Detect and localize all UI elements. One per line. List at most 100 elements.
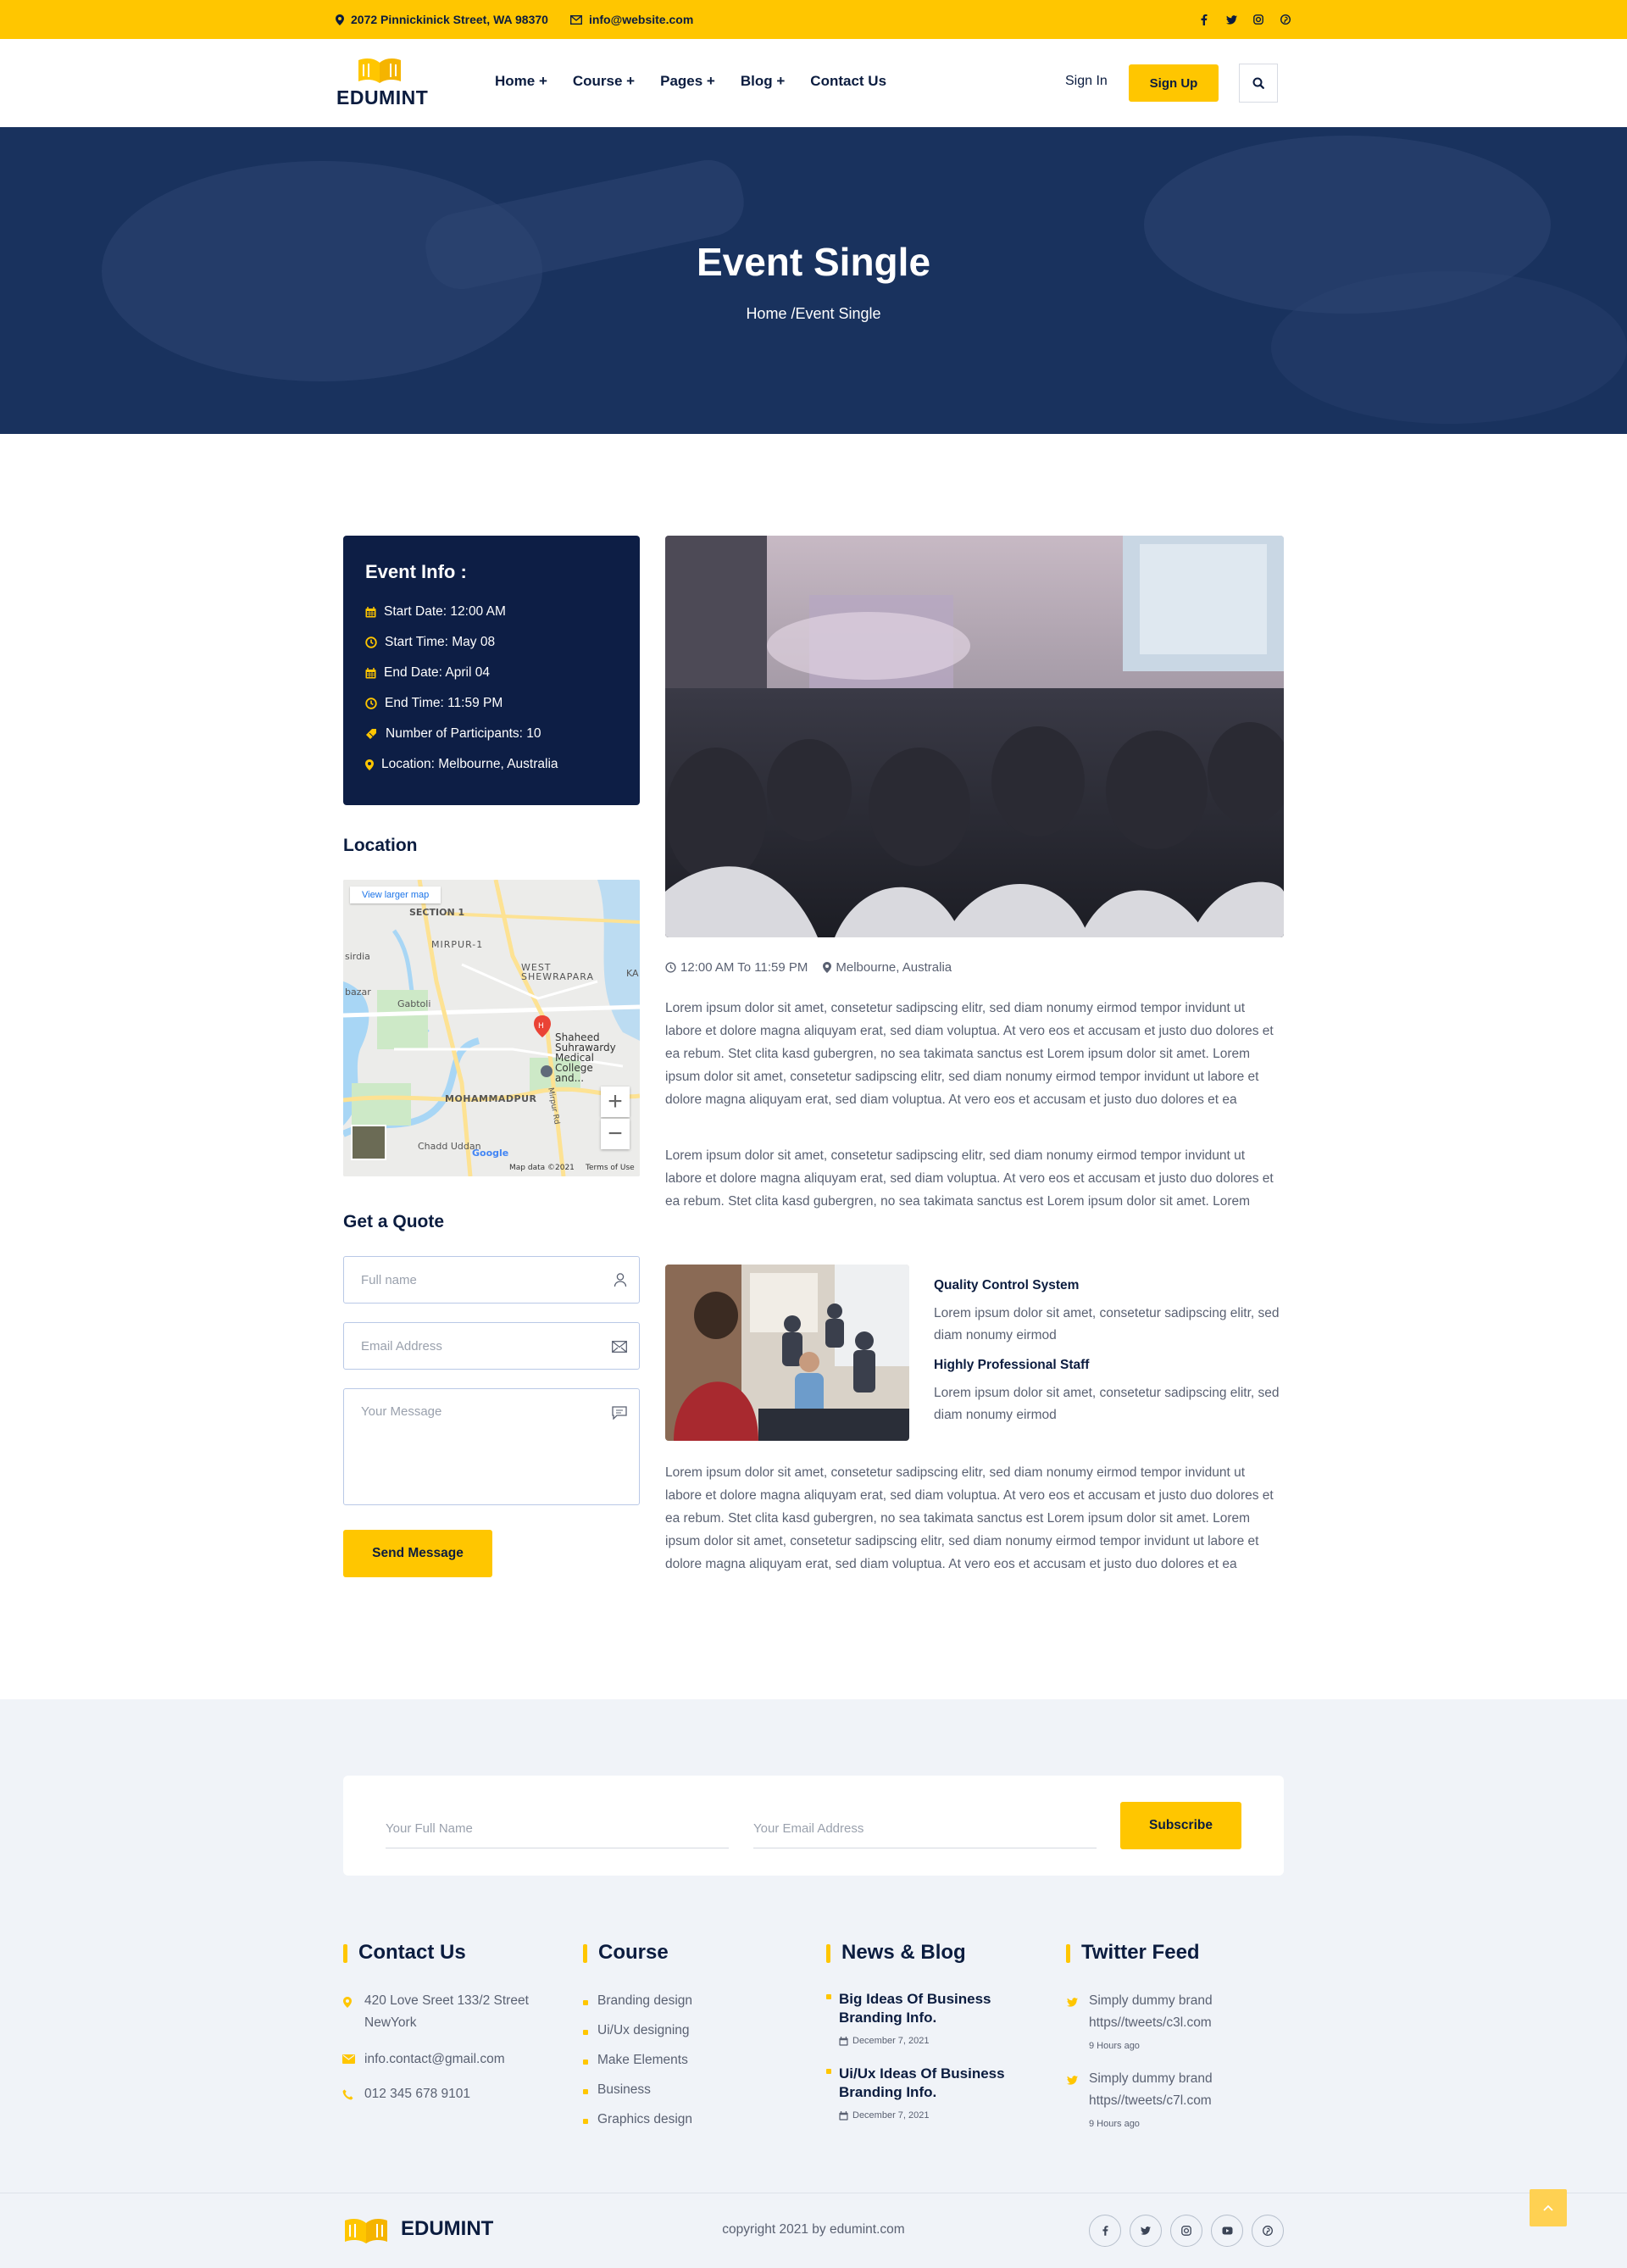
location-pin-icon bbox=[365, 759, 374, 770]
newsletter-form: Your Full Name Your Email Address Subscr… bbox=[343, 1776, 1284, 1876]
location-map[interactable]: H View larger map SECTION 1 MIRPUR-1 WES… bbox=[343, 880, 640, 1176]
map-label: WEST SHEWRAPARA bbox=[521, 962, 594, 982]
breadcrumb-current: Event Single bbox=[795, 305, 881, 322]
subscribe-button[interactable]: Subscribe bbox=[1120, 1802, 1241, 1849]
map-zoom-out-button[interactable]: − bbox=[601, 1119, 630, 1149]
nav-contact[interactable]: Contact Us bbox=[810, 73, 886, 90]
classroom-photo bbox=[665, 1265, 909, 1441]
calendar-icon bbox=[839, 2110, 848, 2121]
footer-course-link[interactable]: Ui/Ux designing bbox=[597, 2020, 690, 2042]
twitter-icon[interactable] bbox=[1130, 2215, 1162, 2247]
footer-blog-post-title[interactable]: Ui/Ux Ideas Of Business Branding Info. bbox=[839, 2065, 1034, 2102]
footer-address-line: 420 Love Sreet 133/2 Street bbox=[364, 1993, 529, 2008]
bullet-icon bbox=[583, 2060, 588, 2065]
facebook-icon[interactable] bbox=[1198, 14, 1210, 25]
envelope-icon bbox=[342, 2054, 355, 2064]
search-button[interactable] bbox=[1239, 64, 1278, 103]
event-hero-image bbox=[665, 536, 1284, 937]
map-terms-link[interactable]: Terms of Use bbox=[586, 1164, 635, 1172]
footer-blog-post-title[interactable]: Big Ideas Of Business Branding Info. bbox=[839, 1990, 1034, 2027]
footer-contact-title: Contact Us bbox=[343, 1941, 466, 1965]
location-pin-icon bbox=[343, 1997, 352, 2008]
footer-course-link[interactable]: Make Elements bbox=[597, 2049, 688, 2071]
twitter-icon[interactable] bbox=[1225, 14, 1237, 25]
map-attribution: Map data ©2021 bbox=[509, 1164, 575, 1172]
map-label: KA bbox=[626, 968, 639, 979]
event-info-text: Number of Participants: 10 bbox=[386, 726, 541, 741]
footer-address-line: NewYork bbox=[364, 2015, 417, 2030]
conference-photo bbox=[665, 536, 1284, 937]
map-graphic: H bbox=[343, 880, 640, 1176]
newsletter-name-input[interactable]: Your Full Name bbox=[386, 1813, 729, 1848]
map-label: Shaheed Suhrawardy Medical College and..… bbox=[555, 1031, 616, 1084]
breadcrumb: Home /Event Single bbox=[0, 305, 1627, 323]
bullet-icon bbox=[826, 1994, 831, 1999]
youtube-icon[interactable] bbox=[1211, 2215, 1243, 2247]
scroll-to-top-button[interactable] bbox=[1530, 2189, 1567, 2226]
footer-email[interactable]: info.contact@gmail.com bbox=[364, 2048, 505, 2071]
calendar-icon bbox=[839, 2036, 848, 2046]
pinterest-icon[interactable] bbox=[1252, 2215, 1284, 2247]
nav-course[interactable]: Course + bbox=[573, 73, 635, 90]
facebook-icon[interactable] bbox=[1089, 2215, 1121, 2247]
email-field[interactable]: Email Address bbox=[343, 1322, 640, 1370]
calendar-icon bbox=[365, 667, 376, 678]
page-hero: Event Single Home /Event Single bbox=[0, 127, 1627, 434]
instagram-icon[interactable] bbox=[1170, 2215, 1202, 2247]
bullet-icon bbox=[583, 2030, 588, 2035]
newsletter-email-input[interactable]: Your Email Address bbox=[753, 1813, 1097, 1848]
nav-blog[interactable]: Blog + bbox=[741, 73, 785, 90]
site-logo[interactable]: EDUMINT bbox=[336, 56, 430, 108]
footer-blog-date-text: December 7, 2021 bbox=[852, 2110, 930, 2121]
message-field[interactable]: Your Message bbox=[343, 1388, 640, 1505]
nav-home[interactable]: Home + bbox=[495, 73, 547, 90]
full-name-field[interactable]: Full name bbox=[343, 1256, 640, 1304]
site-header: EDUMINT Home + Course + Pages + Blog + C… bbox=[0, 39, 1613, 127]
twitter-icon bbox=[1067, 2076, 1078, 2085]
classroom-image bbox=[665, 1265, 909, 1441]
send-message-button[interactable]: Send Message bbox=[343, 1530, 492, 1577]
tweet-time: 9 Hours ago bbox=[1089, 2119, 1140, 2129]
map-zoom-in-button[interactable]: + bbox=[601, 1087, 630, 1117]
breadcrumb-home[interactable]: Home bbox=[746, 305, 786, 322]
chevron-up-icon bbox=[1543, 2204, 1553, 2211]
footer-blog-post-date: December 7, 2021 bbox=[839, 2110, 930, 2121]
footer-course-link[interactable]: Branding design bbox=[597, 1990, 692, 2012]
twitter-icon bbox=[1067, 1998, 1078, 2007]
sign-up-button[interactable]: Sign Up bbox=[1129, 64, 1219, 102]
map-label: SECTION 1 bbox=[409, 907, 465, 918]
user-icon bbox=[614, 1273, 627, 1287]
phone-icon bbox=[342, 2089, 353, 2100]
message-placeholder: Your Message bbox=[361, 1404, 442, 1419]
sign-in-link[interactable]: Sign In bbox=[1065, 74, 1108, 89]
email-placeholder: Email Address bbox=[361, 1338, 442, 1354]
event-info-item: End Time: 11:59 PM bbox=[365, 688, 618, 719]
copyright-text: copyright 2021 by edumint.com bbox=[722, 2222, 905, 2237]
event-info-item: Start Time: May 08 bbox=[365, 627, 618, 658]
bullet-icon bbox=[826, 2069, 831, 2074]
instagram-icon[interactable] bbox=[1252, 14, 1264, 25]
footer-course-link[interactable]: Graphics design bbox=[597, 2109, 692, 2131]
topbar: 2072 Pinnickinick Street, WA 98370 info@… bbox=[0, 0, 1627, 39]
svg-text:H: H bbox=[538, 1022, 544, 1031]
tweet-link[interactable]: https//tweets/c7l.com bbox=[1089, 2090, 1212, 2112]
content-paragraph: Lorem ipsum dolor sit amet, consetetur s… bbox=[665, 1465, 1274, 1571]
footer-blog-title: News & Blog bbox=[826, 1941, 966, 1965]
clock-icon bbox=[665, 962, 676, 973]
open-book-logo-icon bbox=[358, 58, 401, 83]
pinterest-icon[interactable] bbox=[1280, 14, 1291, 25]
bullet-icon bbox=[583, 2119, 588, 2124]
view-larger-map-link[interactable]: View larger map bbox=[350, 887, 441, 903]
topbar-email[interactable]: info@website.com bbox=[569, 13, 693, 26]
map-label: MIRPUR-1 bbox=[431, 939, 484, 950]
event-info-item: Number of Participants: 10 bbox=[365, 719, 618, 749]
footer-twitter-title: Twitter Feed bbox=[1066, 1941, 1200, 1965]
map-label: Gabtoli bbox=[397, 998, 431, 1009]
feature-title: Quality Control System bbox=[934, 1278, 1080, 1292]
footer-course-link[interactable]: Business bbox=[597, 2079, 651, 2101]
event-info-item: End Date: April 04 bbox=[365, 658, 618, 688]
event-meta: 12:00 AM To 11:59 PM Melbourne, Australi… bbox=[665, 960, 952, 975]
nav-pages[interactable]: Pages + bbox=[660, 73, 715, 90]
tweet-link[interactable]: https//tweets/c3l.com bbox=[1089, 2012, 1212, 2034]
map-label: bazar bbox=[345, 987, 371, 998]
